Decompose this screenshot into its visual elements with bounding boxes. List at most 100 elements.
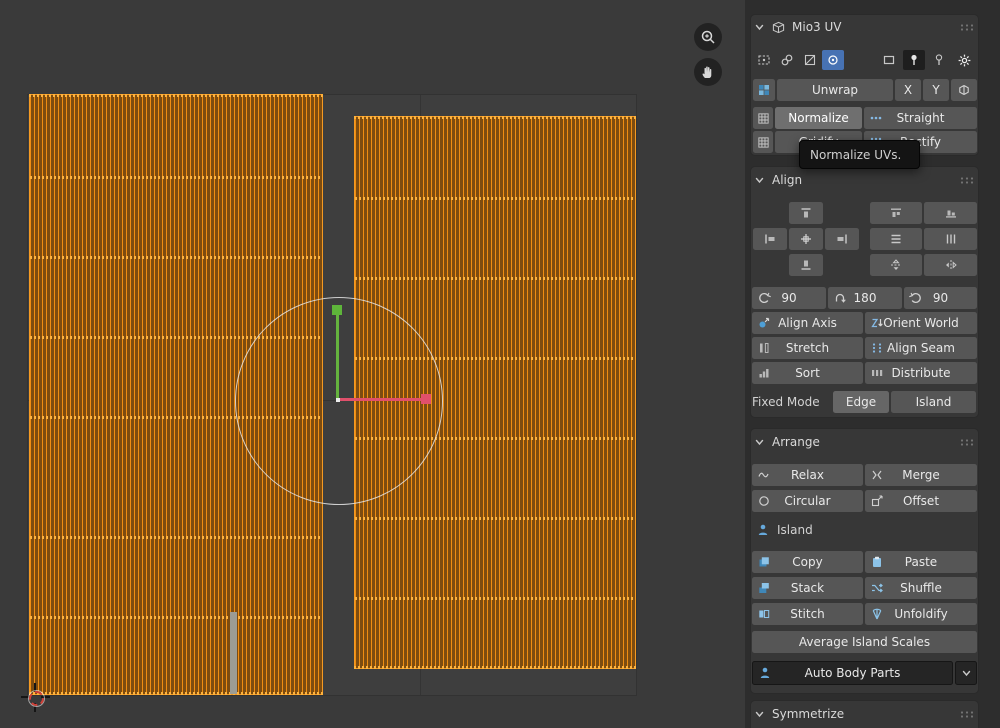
rotate-cw-90-field[interactable]: 90	[904, 287, 977, 309]
unwrap-y-button[interactable]: Y	[923, 79, 949, 101]
gizmo-x-axis	[340, 398, 425, 401]
unfoldify-button[interactable]: Unfoldify	[865, 603, 977, 625]
grip-dots-icon[interactable]	[960, 23, 974, 32]
auto-body-parts-dropdown[interactable]: Auto Body Parts	[752, 661, 953, 685]
tooltip: Normalize UVs.	[799, 140, 920, 169]
rotate-ccw-90-field[interactable]: 90	[752, 287, 826, 309]
copy-label: Copy	[792, 555, 822, 569]
distribute-button[interactable]: Distribute	[865, 362, 977, 384]
circular-button[interactable]: Circular	[752, 490, 863, 512]
circular-label: Circular	[784, 494, 830, 508]
gizmo-center[interactable]	[336, 398, 340, 402]
circle-icon	[757, 494, 771, 508]
offset-button[interactable]: Offset	[865, 490, 977, 512]
fixed-mode-edge-button[interactable]: Edge	[833, 391, 889, 413]
pan-button[interactable]	[694, 58, 722, 86]
uv-vertex-row	[355, 277, 635, 280]
group-bottom-icon	[944, 206, 958, 220]
unwrap-button[interactable]: Unwrap	[777, 79, 893, 101]
link-toggle[interactable]	[776, 50, 798, 70]
stretch-button[interactable]: Stretch	[752, 337, 863, 359]
wave-icon	[757, 468, 771, 482]
group-align-bottom-button[interactable]	[924, 202, 977, 224]
panel-header-arrange[interactable]: Arrange	[754, 432, 974, 452]
pin-icon	[907, 53, 921, 67]
panel-header-symmetrize[interactable]: Symmetrize	[754, 704, 974, 724]
align-axis-button[interactable]: Align Axis	[752, 312, 863, 334]
uv-vertex-row	[355, 197, 635, 200]
copy-icon	[757, 555, 771, 569]
average-label: Average Island Scales	[799, 635, 930, 649]
frame-toggle[interactable]	[878, 50, 900, 70]
pin-toggle[interactable]	[903, 50, 925, 70]
grid-option-button[interactable]	[753, 107, 773, 129]
normalize-button[interactable]: Normalize	[775, 107, 862, 129]
offset-label: Offset	[903, 494, 939, 508]
straight-button[interactable]: Straight	[864, 107, 977, 129]
zoom-button[interactable]	[694, 23, 722, 51]
unselected-uv-strip[interactable]	[230, 612, 237, 694]
island-label: Island	[916, 395, 952, 409]
align-left-button[interactable]	[753, 228, 787, 250]
merge-button[interactable]: Merge	[865, 464, 977, 486]
auto-body-parts-expand-button[interactable]	[955, 661, 977, 685]
straight-label: Straight	[897, 111, 945, 125]
shuffle-label: Shuffle	[900, 581, 942, 595]
grip-dots-icon[interactable]	[960, 176, 974, 185]
shuffle-button[interactable]: Shuffle	[865, 577, 977, 599]
align-top-button[interactable]	[789, 202, 823, 224]
copy-button[interactable]: Copy	[752, 551, 863, 573]
flip-horizontal-button[interactable]	[924, 254, 977, 276]
magnifier-plus-icon	[700, 29, 716, 45]
box-select-toggle[interactable]	[799, 50, 821, 70]
rotate-180-field[interactable]: 180	[828, 287, 902, 309]
flip-vertical-button[interactable]	[870, 254, 922, 276]
fixed-mode-island-button[interactable]: Island	[891, 391, 976, 413]
dots-line-icon	[869, 111, 883, 125]
stack-button[interactable]: Stack	[752, 577, 863, 599]
merge-label: Merge	[902, 468, 939, 482]
align-right-icon	[835, 232, 849, 246]
sort-label: Sort	[795, 366, 820, 380]
rotate-ccw-value: 90	[781, 291, 796, 305]
uv-vertex-row	[30, 176, 322, 179]
person-icon	[758, 666, 772, 680]
orient-world-button[interactable]: Orient World	[865, 312, 977, 334]
uv-2d-cursor[interactable]	[29, 691, 44, 706]
align-seam-label: Align Seam	[887, 341, 955, 355]
average-island-scales-button[interactable]: Average Island Scales	[752, 631, 977, 653]
grip-dots-icon[interactable]	[960, 710, 974, 719]
align-right-button[interactable]	[825, 228, 859, 250]
unpin-toggle[interactable]	[928, 50, 950, 70]
paste-button[interactable]: Paste	[865, 551, 977, 573]
uvmap-icon-button[interactable]	[753, 79, 775, 101]
unwrap-x-button[interactable]: X	[895, 79, 921, 101]
butterfly-unwrap-icon	[957, 83, 971, 97]
panel-title: Arrange	[772, 435, 820, 449]
stitch-button[interactable]: Stitch	[752, 603, 863, 625]
sort-button[interactable]: Sort	[752, 362, 863, 384]
distribute-rows-button[interactable]	[870, 228, 922, 250]
align-bottom-icon	[799, 258, 813, 272]
grip-dots-icon[interactable]	[960, 438, 974, 447]
live-unwrap-button[interactable]	[951, 79, 977, 101]
settings-button[interactable]	[953, 50, 975, 70]
align-center-button[interactable]	[789, 228, 823, 250]
relax-button[interactable]: Relax	[752, 464, 863, 486]
snap-toggle[interactable]	[822, 50, 844, 70]
group-align-top-button[interactable]	[870, 202, 922, 224]
sort-bars-icon	[757, 366, 771, 380]
panel-header-mio3uv[interactable]: Mio3 UV	[754, 17, 974, 37]
distribute-columns-button[interactable]	[924, 228, 977, 250]
auto-body-parts-label: Auto Body Parts	[805, 666, 901, 680]
stretch-label: Stretch	[786, 341, 829, 355]
align-seam-button[interactable]: Align Seam	[865, 337, 977, 359]
panel-header-align[interactable]: Align	[754, 170, 974, 190]
stitch-icon	[757, 607, 771, 621]
gizmo-x-handle[interactable]	[421, 394, 431, 404]
gizmo-y-handle[interactable]	[332, 305, 342, 315]
marquee-select-toggle[interactable]	[753, 50, 775, 70]
offset-icon	[870, 494, 884, 508]
grid-option-button-2[interactable]	[753, 131, 773, 153]
align-bottom-button[interactable]	[789, 254, 823, 276]
